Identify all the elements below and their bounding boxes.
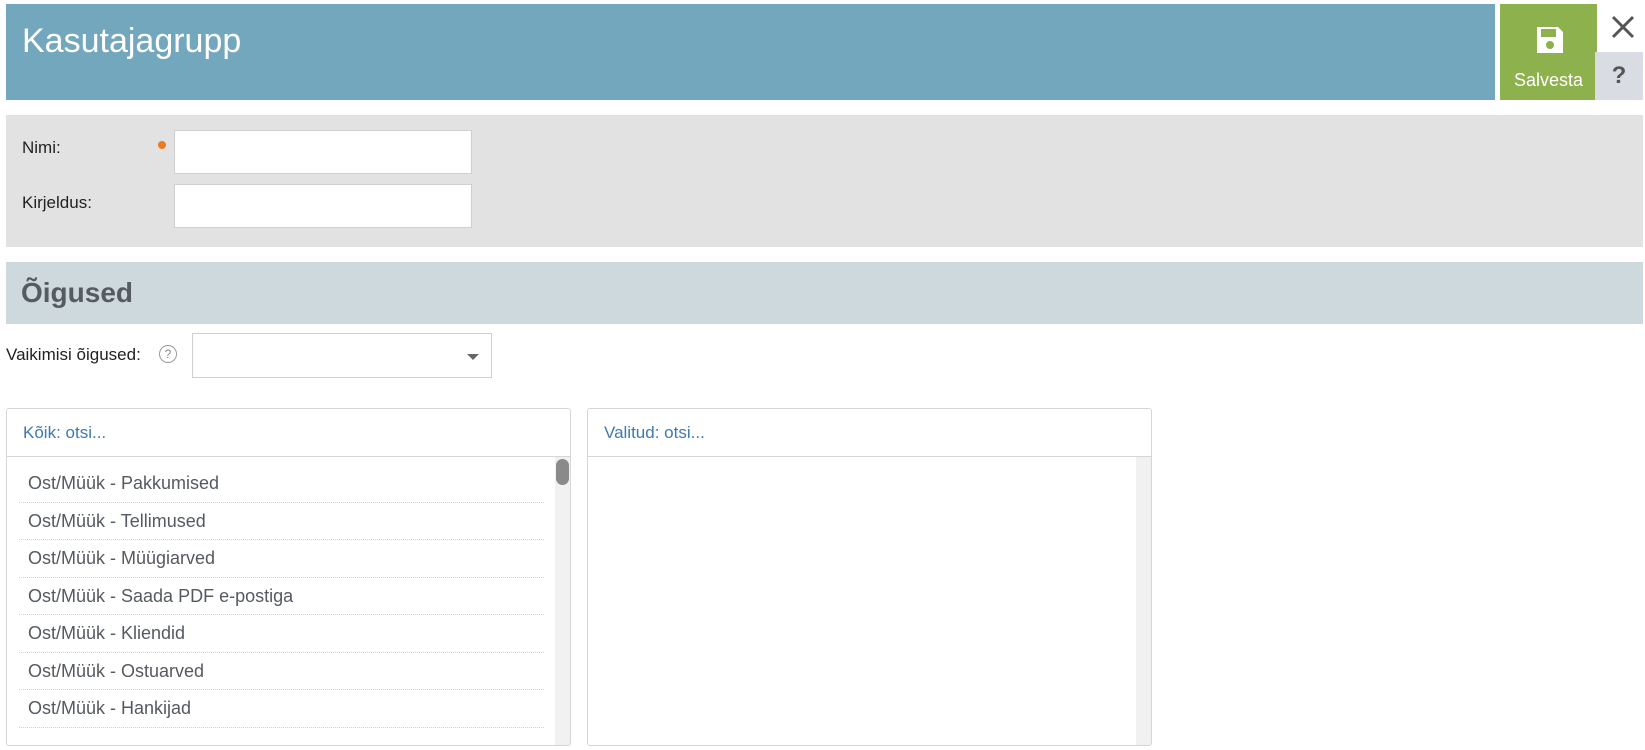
all-permissions-scroll-thumb[interactable]	[556, 459, 569, 485]
default-permissions-select[interactable]	[192, 333, 492, 378]
close-icon	[1611, 15, 1635, 39]
default-permissions-label: Vaikimisi õigused:	[6, 345, 141, 364]
help-button[interactable]: ?	[1595, 52, 1643, 100]
caret-down-icon	[467, 354, 479, 360]
help-circle-icon[interactable]: ?	[159, 345, 177, 363]
page-header: Kasutajagrupp	[6, 4, 1495, 100]
close-button[interactable]	[1601, 6, 1645, 50]
required-indicator	[158, 141, 166, 149]
list-item[interactable]: Ost/Müük - Müügiarved	[19, 540, 544, 578]
question-icon: ?	[1611, 62, 1627, 89]
permissions-section-header: Õigused	[6, 262, 1643, 324]
list-item[interactable]: Ost/Müük - Kliendid	[19, 615, 544, 653]
list-item[interactable]: Ost/Müük - Ostuarved	[19, 653, 544, 690]
list-item[interactable]: Ost/Müük - Saada PDF e-postiga	[19, 578, 544, 615]
list-item[interactable]: Ost/Müük - Tellimused	[19, 503, 544, 540]
all-permissions-list: Ost/Müük - Pakkumised Ost/Müük - Tellimu…	[19, 465, 544, 728]
list-item[interactable]: Ost/Müük - Pakkumised	[19, 465, 544, 503]
selected-permissions-panel	[587, 408, 1152, 746]
description-input[interactable]	[174, 184, 472, 228]
all-permissions-scrollbar[interactable]	[555, 457, 570, 745]
name-input[interactable]	[174, 130, 472, 174]
permissions-section-title: Õigused	[21, 277, 134, 308]
page-title: Kasutajagrupp	[22, 22, 242, 60]
group-form: Nimi: Kirjeldus:	[6, 115, 1643, 247]
all-permissions-search[interactable]	[7, 409, 570, 457]
floppy-disk-icon	[1537, 27, 1563, 53]
selected-permissions-search[interactable]	[588, 409, 1151, 457]
all-permissions-panel: Ost/Müük - Pakkumised Ost/Müük - Tellimu…	[6, 408, 571, 746]
list-item[interactable]: Ost/Müük - Hankijad	[19, 690, 544, 728]
description-label: Kirjeldus:	[22, 193, 92, 212]
name-label: Nimi:	[22, 138, 61, 157]
save-button[interactable]: Salvesta	[1500, 4, 1597, 100]
selected-permissions-scrollbar[interactable]	[1136, 457, 1151, 745]
save-button-label: Salvesta	[1513, 70, 1584, 90]
